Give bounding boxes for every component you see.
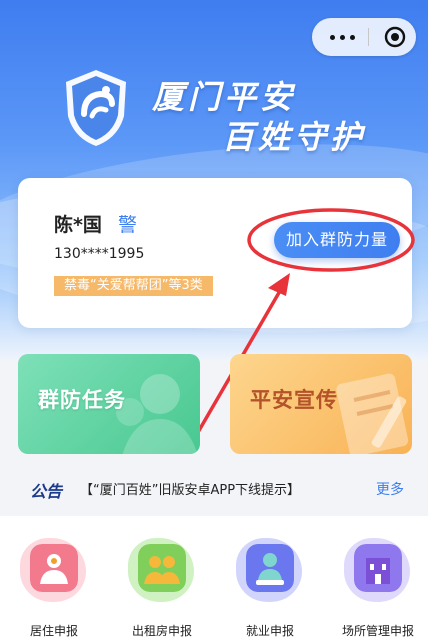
service-grid: 居住申报 出租房申报 就业申报 场所管理申报	[0, 516, 428, 639]
building-icon	[354, 544, 402, 592]
tile-label: 群防任务	[38, 388, 126, 412]
service-label: 出租房申报	[131, 624, 192, 638]
tile-safety-publicity[interactable]: 平安宣传	[230, 354, 412, 454]
service-rental-declare[interactable]: 出租房申报	[114, 534, 210, 638]
service-label: 居住申报	[29, 624, 78, 638]
annotation-arrowhead	[268, 273, 290, 296]
rental-icon	[138, 544, 186, 592]
service-venue-management-declare[interactable]: 场所管理申报	[330, 534, 426, 638]
annotation-ellipse	[247, 208, 415, 272]
service-employment-declare[interactable]: 就业申报	[222, 534, 318, 638]
service-residence-declare[interactable]: 居住申报	[6, 534, 102, 638]
announcement-more-link[interactable]: 更多	[376, 479, 404, 499]
employment-icon	[246, 544, 294, 592]
tile-group-defense-tasks[interactable]: 群防任务	[18, 354, 200, 454]
tile-label: 平安宣传	[250, 388, 338, 412]
service-label: 场所管理申报	[341, 624, 414, 638]
resident-icon	[30, 544, 78, 592]
announcement-bar[interactable]: 公告 【“厦门百姓”旧版安卓APP下线提示】 更多	[0, 468, 428, 506]
service-label: 就业申报	[245, 624, 294, 638]
announcement-label: 公告	[30, 482, 63, 501]
announcement-text[interactable]: 【“厦门百姓”旧版安卓APP下线提示】	[80, 479, 300, 498]
